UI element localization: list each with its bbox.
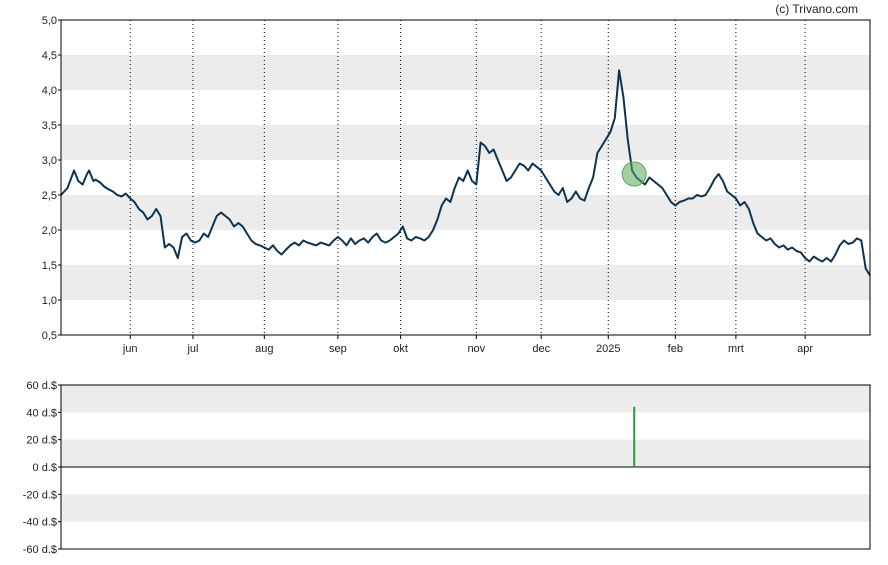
volume-band [61,494,870,522]
price-y-tick: 4,5 [42,50,57,62]
x-tick-label: aug [255,343,273,355]
price-y-tick: 3,0 [42,155,57,167]
price-chart: 0,5 1,0 1,5 2,0 2,5 3,0 3,5 4,0 4,5 5,0 jun jul aug… [42,15,871,355]
price-band [61,125,870,160]
x-tick-label: mrt [728,343,744,355]
event-marker [621,161,647,187]
volume-band [61,439,870,467]
volume-bands [61,385,870,522]
price-y-tick: 1,5 [42,260,57,272]
chart-canvas: (c) Trivano.com 0,5 1,0 1,5 2,0 2,5 3,0 3,5 4,0… [23,2,871,556]
volume-y-axis: 60 d.$ 40 d.$ 20 d.$ 0 d.$ -20 d.$ -40 d.$ -60… [23,380,61,556]
volume-y-tick: -20 d.$ [23,489,57,501]
x-tick-label: jun [122,343,138,355]
price-y-tick: 2,0 [42,225,57,237]
x-tick-label: sep [329,343,347,355]
price-x-axis: jun jul aug sep okt nov dec 2025 feb mrt apr [122,335,813,355]
volume-chart: 60 d.$ 40 d.$ 20 d.$ 0 d.$ -20 d.$ -40 d.$ -60… [23,380,871,556]
volume-y-tick: 40 d.$ [26,407,57,419]
x-tick-label: okt [393,343,408,355]
price-line [60,69,871,277]
credit-label: (c) Trivano.com [775,2,858,16]
price-y-tick: 4,0 [42,85,57,97]
volume-band [61,385,870,413]
price-y-tick: 3,5 [42,120,57,132]
price-y-tick: 1,0 [42,295,57,307]
x-tick-label: 2025 [596,343,620,355]
x-tick-label: apr [797,343,813,355]
x-tick-label: jul [186,343,198,355]
price-y-axis: 0,5 1,0 1,5 2,0 2,5 3,0 3,5 4,0 4,5 5,0 [42,15,61,342]
price-y-tick: 2,5 [42,190,57,202]
volume-y-tick: 20 d.$ [26,435,57,447]
price-y-tick: 0,5 [42,330,57,342]
price-band [61,265,870,300]
x-tick-label: dec [532,343,550,355]
volume-y-tick: 60 d.$ [26,380,57,392]
volume-y-tick: 0 d.$ [33,462,57,474]
x-tick-label: feb [668,343,683,355]
x-tick-label: nov [467,343,485,355]
price-band [61,55,870,90]
volume-y-tick: -40 d.$ [23,517,57,529]
volume-y-tick: -60 d.$ [23,544,57,556]
price-y-tick: 5,0 [42,15,57,27]
price-band [61,195,870,230]
